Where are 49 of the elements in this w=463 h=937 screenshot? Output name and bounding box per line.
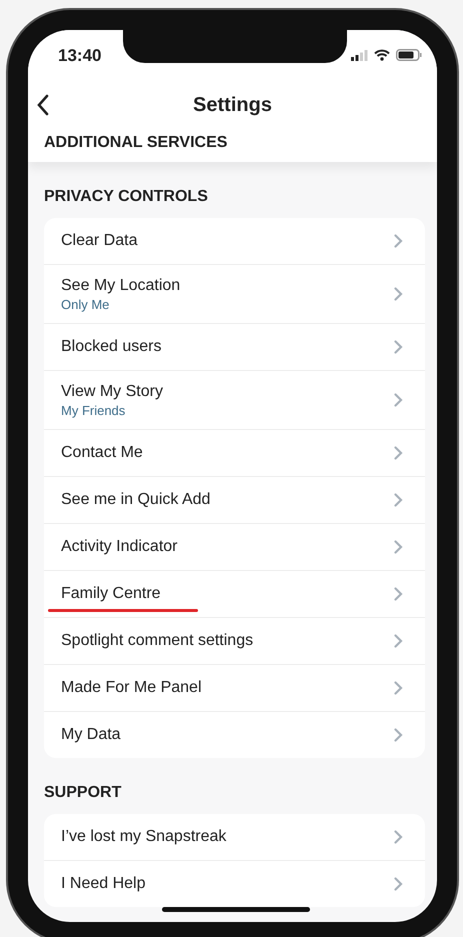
chevron-icon xyxy=(394,681,403,695)
signal-icon xyxy=(351,50,368,60)
section-header: PRIVACY CONTROLS xyxy=(43,187,209,207)
wifi-icon xyxy=(374,49,390,61)
settings-row[interactable]: Spotlight comment settings xyxy=(44,617,425,664)
row-label: See My Location xyxy=(61,276,180,294)
settings-row[interactable]: I’ve lost my Snapstreak xyxy=(44,814,425,860)
settings-row[interactable]: My Data xyxy=(44,711,425,758)
settings-row[interactable]: Contact Me xyxy=(44,429,425,476)
settings-row[interactable]: Family Centre xyxy=(44,570,425,617)
row-label: Clear Data xyxy=(61,232,138,250)
chevron-icon xyxy=(394,493,403,507)
chevron-icon xyxy=(394,234,403,248)
chevron-icon xyxy=(394,728,403,742)
chevron-icon xyxy=(394,877,403,891)
back-icon xyxy=(36,94,50,116)
status-time: 13:40 xyxy=(58,45,102,66)
row-label: Family Centre xyxy=(61,585,161,603)
page-title: Settings xyxy=(193,94,272,116)
chevron-icon xyxy=(394,634,403,648)
battery-icon xyxy=(396,49,422,61)
settings-row[interactable]: Blocked users xyxy=(44,323,425,370)
settings-row[interactable]: Clear Data xyxy=(44,218,425,264)
row-label: Contact Me xyxy=(61,444,143,462)
section-header: ADDITIONAL SERVICES xyxy=(43,133,228,153)
row-label: My Data xyxy=(61,726,121,744)
settings-row[interactable]: See My Location Only Me xyxy=(44,264,425,323)
chevron-icon xyxy=(394,446,403,460)
settings-row[interactable]: View My Story My Friends xyxy=(44,370,425,429)
chevron-icon xyxy=(394,587,403,601)
row-label: Activity Indicator xyxy=(61,538,178,556)
row-value: Only Me xyxy=(61,296,110,312)
row-label: I’ve lost my Snapstreak xyxy=(61,828,226,846)
chevron-icon xyxy=(394,830,403,844)
chevron-icon xyxy=(394,287,403,301)
row-label: Spotlight comment settings xyxy=(61,632,254,650)
row-label: Blocked users xyxy=(61,338,162,356)
settings-row[interactable]: Activity Indicator xyxy=(44,523,425,570)
row-label: View My Story xyxy=(61,382,163,400)
settings-row[interactable]: See me in Quick Add xyxy=(44,476,425,523)
chevron-icon xyxy=(394,540,403,554)
row-label: Made For Me Panel xyxy=(61,679,202,697)
row-label: I Need Help xyxy=(61,875,146,893)
chevron-icon xyxy=(394,393,403,407)
chevron-icon xyxy=(394,340,403,354)
settings-row[interactable]: Made For Me Panel xyxy=(44,664,425,711)
section-header: SUPPORT xyxy=(43,783,122,803)
row-label: See me in Quick Add xyxy=(61,491,210,509)
row-value: My Friends xyxy=(61,402,126,418)
